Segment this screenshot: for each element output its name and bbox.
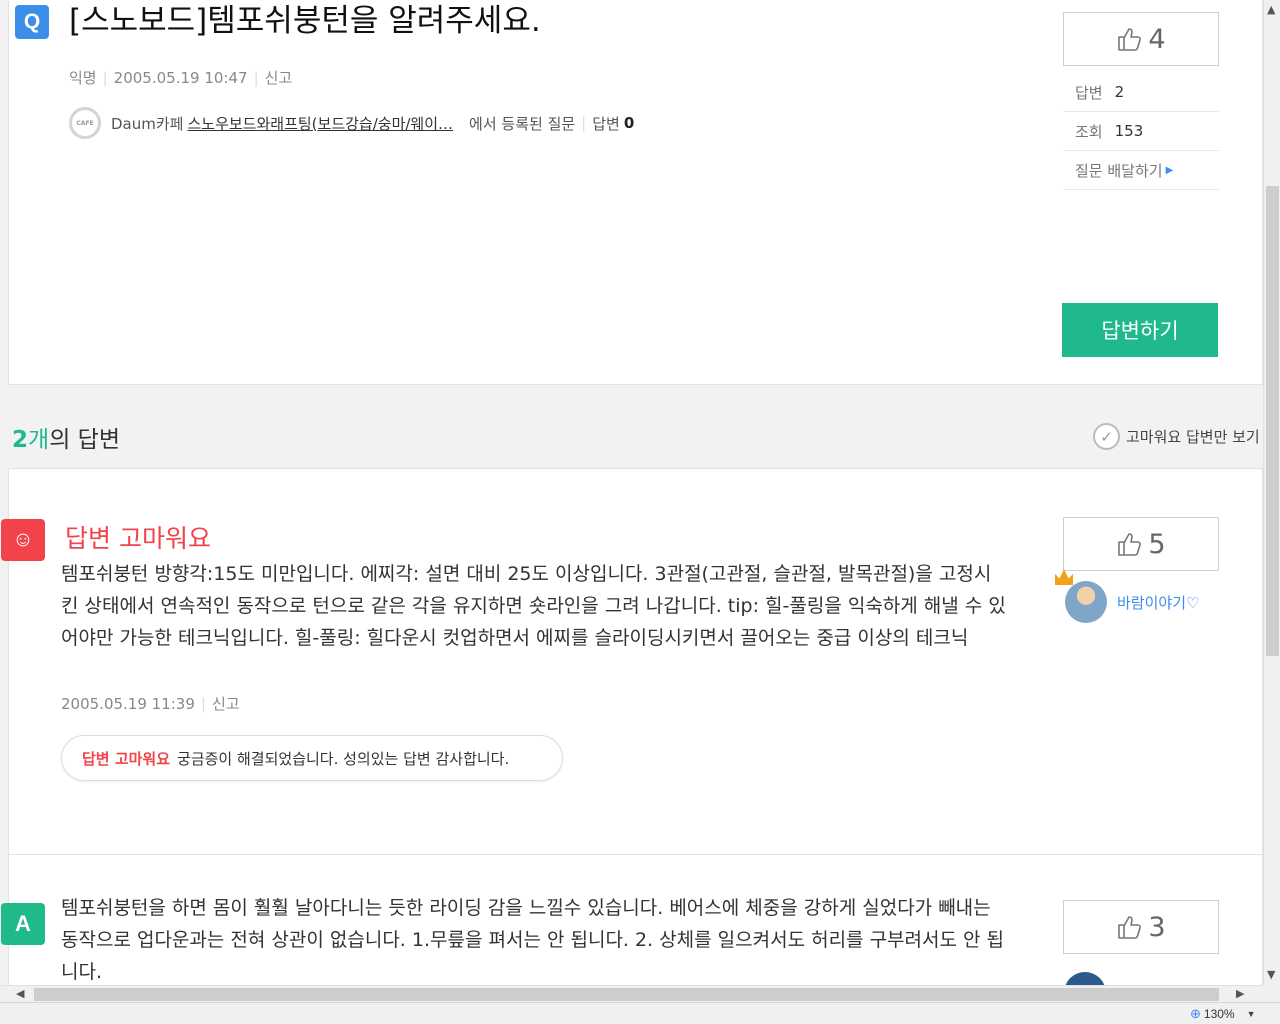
cafe-prefix: Daum카페 <box>111 114 184 133</box>
question-badge: Q <box>15 5 49 39</box>
thanks-comment-text: 궁금증이 해결되었습니다. 성의있는 답변 감사합니다. <box>177 749 510 768</box>
answer-card: ☺ 답변 고마워요 템포쉬붕턴 방향각:15도 미만입니다. 에찌각: 설면 대… <box>1 468 1263 855</box>
avatar <box>1055 569 1107 623</box>
question-meta: 익명 | 2005.05.19 10:47 | 신고 <box>69 69 293 87</box>
crown-icon <box>1055 569 1073 585</box>
answer-meta: 2005.05.19 11:39 | 신고 <box>61 695 240 713</box>
answers-heading-suffix: 의 답변 <box>49 427 120 453</box>
stat-answers-label: 답변 <box>1075 83 1103 102</box>
question-stats: 답변 2 조회 153 질문 배달하기 ▶ <box>1063 73 1219 190</box>
answer-body: 템포쉬붕턴을 하면 몸이 훨훨 날아다니는 듯한 라이딩 감을 느낄수 있습니다… <box>61 897 1005 983</box>
cafe-answers-count: 0 <box>623 114 635 132</box>
zoom-level: 130% <box>1203 1007 1235 1021</box>
stat-views-label: 조회 <box>1075 122 1103 141</box>
question-report-link[interactable]: 신고 <box>265 69 293 87</box>
write-answer-button[interactable]: 답변하기 <box>1062 303 1218 357</box>
stat-answers: 답변 2 <box>1063 73 1219 112</box>
answer-like-button[interactable]: 5 <box>1063 517 1219 571</box>
scroll-left-icon[interactable]: ◀ <box>16 987 24 1000</box>
question-like-button[interactable]: 4 <box>1063 12 1219 66</box>
horizontal-scroll-thumb[interactable] <box>34 988 1219 1001</box>
thanks-only-filter[interactable]: ✓ 고마워요 답변만 보기 <box>1093 423 1260 450</box>
stat-views-value: 153 <box>1114 122 1144 140</box>
question-card: Q [스노보드]템포쉬붕턴을 알려주세요. 익명 | 2005.05.19 10:4… <box>8 0 1263 385</box>
stat-views: 조회 153 <box>1063 112 1219 151</box>
horizontal-scrollbar[interactable]: ◀ ▶ <box>0 985 1263 1002</box>
scrollbar-corner <box>1263 985 1280 1002</box>
vertical-scroll-thumb[interactable] <box>1266 186 1279 656</box>
answerer-profile[interactable]: 바람이야기♡ <box>1053 569 1200 623</box>
scroll-right-icon[interactable]: ▶ <box>1236 987 1244 1000</box>
answers-count-heading: 2개의 답변 <box>12 420 120 454</box>
answer-badge: A <box>1 903 45 945</box>
question-like-count: 4 <box>1148 23 1166 55</box>
cafe-suffix: 에서 등록된 질문 <box>469 114 576 133</box>
answer-date: 2005.05.19 11:39 <box>61 695 195 713</box>
cafe-source: CAFE Daum카페 스노우보드와래프팅(보드강습/숭마/웨이… 에서 등록된… <box>69 107 635 139</box>
thumbs-up-icon <box>1118 916 1142 939</box>
caret-right-icon: ▶ <box>1165 164 1174 176</box>
answers-count: 2 <box>12 427 29 453</box>
answer-like-count: 3 <box>1148 911 1166 943</box>
question-title: [스노보드]템포쉬붕턴을 알려주세요. <box>69 3 541 39</box>
thanks-comment-bubble: 답변 고마워요 궁금증이 해결되었습니다. 성의있는 답변 감사합니다. <box>61 735 563 781</box>
question-author: 익명 <box>69 69 97 87</box>
thumbs-up-icon <box>1118 533 1142 556</box>
chevron-down-icon[interactable]: ▼ <box>1247 1009 1256 1019</box>
thanks-comment-highlight: 답변 고마워요 <box>82 749 171 768</box>
smile-badge-icon: ☺ <box>1 519 45 561</box>
cafe-answers-label: 답변 <box>592 114 620 133</box>
scroll-up-icon[interactable]: ▲ <box>1267 3 1275 16</box>
question-date: 2005.05.19 10:47 <box>113 69 248 87</box>
answer-like-count: 5 <box>1148 528 1166 560</box>
stat-answers-value: 2 <box>1114 83 1125 101</box>
thanks-answer-title: 답변 고마워요 <box>65 524 211 553</box>
cafe-icon: CAFE <box>69 107 101 139</box>
answer-card: A 템포쉬붕턴을 하면 몸이 훨훨 날아다니는 듯한 라이딩 감을 느낄수 있습… <box>1 854 1263 985</box>
cafe-name-link[interactable]: 스노우보드와래프팅(보드강습/숭마/웨이… <box>187 113 453 134</box>
deliver-question-link[interactable]: 질문 배달하기 ▶ <box>1063 151 1219 190</box>
check-circle-icon: ✓ <box>1093 423 1120 450</box>
thumbs-up-icon <box>1118 28 1142 51</box>
scroll-down-icon[interactable]: ▼ <box>1267 968 1275 981</box>
answer-report-link[interactable]: 신고 <box>212 695 240 713</box>
answers-count-unit: 개 <box>28 427 50 453</box>
avatar[interactable] <box>1064 972 1106 985</box>
deliver-question-label: 질문 배달하기 <box>1075 161 1163 180</box>
browser-status-bar: ⊕ 130% ▼ <box>0 1002 1280 1024</box>
answerer-name: 바람이야기♡ <box>1117 593 1200 612</box>
page-viewport: Q [스노보드]템포쉬붕턴을 알려주세요. 익명 | 2005.05.19 10:4… <box>0 0 1263 985</box>
vertical-scrollbar[interactable]: ▲ ▼ <box>1263 0 1280 985</box>
thanks-only-filter-label: 고마워요 답변만 보기 <box>1126 428 1260 446</box>
answer-like-button[interactable]: 3 <box>1063 900 1219 954</box>
answer-body: 템포쉬붕턴 방향각:15도 미만입니다. 에찌각: 설면 대비 25도 이상입니… <box>61 563 1006 649</box>
zoom-control[interactable]: ⊕ 130% ▼ <box>1190 1006 1256 1022</box>
zoom-icon: ⊕ <box>1190 1006 1201 1021</box>
